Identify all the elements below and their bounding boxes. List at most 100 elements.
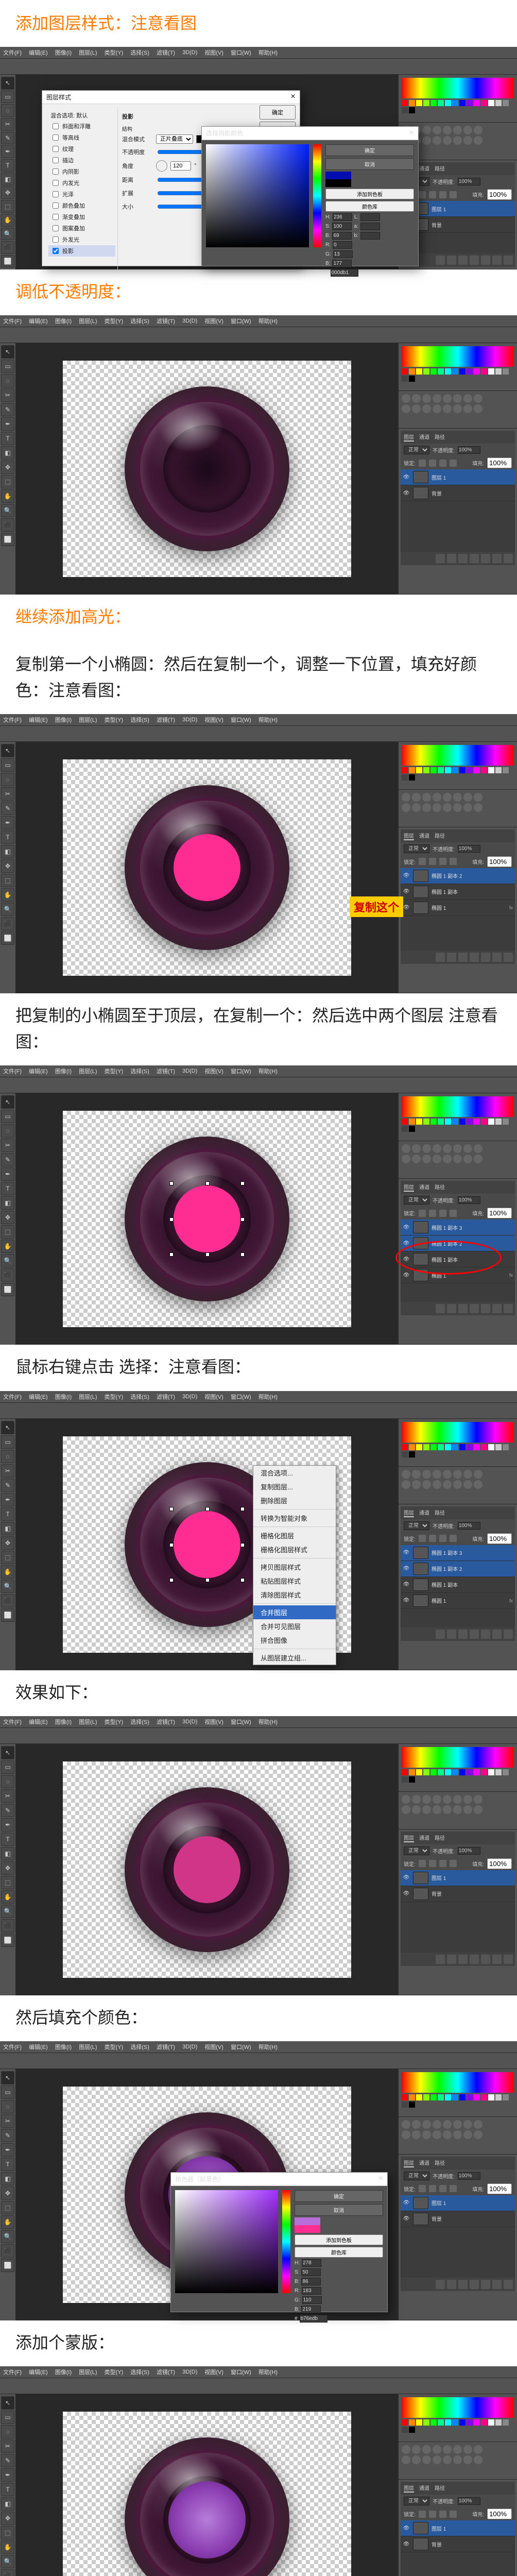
layers-tab[interactable]: 通道 — [419, 832, 429, 840]
swatch[interactable] — [488, 2419, 494, 2426]
tool-button[interactable]: ⬜ — [1, 931, 14, 945]
tool-button[interactable]: ⬛ — [1, 917, 14, 930]
menubar-item[interactable]: 窗口(W) — [231, 1067, 251, 1075]
visibility-icon[interactable]: 👁 — [403, 1597, 410, 1604]
tool-button[interactable]: ▭ — [1, 1435, 14, 1449]
ls-effect-item[interactable]: 描边 — [48, 155, 115, 166]
adjustment-icon[interactable] — [402, 793, 410, 802]
lock-icon[interactable] — [439, 1210, 446, 1217]
group-icon[interactable] — [481, 1304, 490, 1313]
swatch[interactable] — [402, 2102, 408, 2108]
group-icon[interactable] — [481, 2280, 490, 2289]
menubar-item[interactable]: 图像(I) — [55, 317, 72, 325]
layer-name[interactable]: 椭圆 1 副本 2 — [432, 1565, 462, 1572]
new-layer-icon[interactable] — [492, 256, 502, 265]
visibility-icon[interactable]: 👁 — [403, 473, 410, 481]
swatch[interactable] — [459, 1444, 466, 1450]
ls-effect-item[interactable]: 斜面和浮雕 — [48, 121, 115, 132]
menubar-item[interactable]: 图层(L) — [79, 317, 97, 325]
selection-handles[interactable] — [171, 1183, 243, 1255]
tool-button[interactable]: ◌ — [1, 1450, 14, 1463]
new-layer-icon[interactable] — [492, 953, 502, 962]
adjustment-icon[interactable] — [422, 2130, 431, 2139]
adjustment-icon[interactable] — [433, 2455, 441, 2464]
fx-icon[interactable] — [447, 1955, 456, 1964]
cp-s-field[interactable] — [332, 223, 352, 230]
ps-document[interactable] — [63, 759, 351, 976]
swatch[interactable] — [474, 767, 480, 773]
layers-tab[interactable]: 通道 — [419, 433, 429, 442]
adjustment-icon[interactable] — [422, 1480, 431, 1489]
adjustment-icon[interactable] — [422, 404, 431, 413]
adjustment-icon[interactable] — [412, 1805, 421, 1814]
swatch[interactable] — [495, 1118, 502, 1125]
ps-canvas[interactable]: 图层样式✕ 混合选项: 默认斜面和浮雕等高线纹理描边内阴影内发光光泽颜色叠加渐变… — [16, 75, 398, 269]
layer-thumbnail[interactable] — [413, 1595, 428, 1607]
tool-button[interactable]: ◌ — [1, 2425, 14, 2438]
swatch[interactable] — [495, 100, 502, 106]
visibility-icon[interactable]: 👁 — [403, 489, 410, 497]
menubar-item[interactable]: 视图(V) — [204, 1718, 223, 1726]
adjustment-icon[interactable] — [474, 2455, 482, 2464]
lock-icon[interactable] — [450, 1210, 457, 1217]
swatch[interactable] — [409, 1118, 415, 1125]
mask-icon[interactable] — [458, 554, 468, 563]
cp-hue-slider[interactable] — [282, 2190, 290, 2293]
adjustment-icon[interactable] — [443, 1155, 452, 1163]
tool-button[interactable]: ✋ — [1, 214, 14, 227]
swatch[interactable] — [445, 2419, 451, 2426]
menubar-item[interactable]: 帮助(H) — [258, 317, 278, 325]
swatch[interactable] — [402, 767, 408, 773]
adjustment-icon[interactable] — [443, 404, 452, 413]
adjustment-icon[interactable] — [433, 1155, 441, 1163]
group-icon[interactable] — [481, 554, 490, 563]
menubar-item[interactable]: 类型(Y) — [105, 716, 124, 724]
swatch[interactable] — [423, 1444, 429, 1450]
adjustment-icon[interactable] — [433, 803, 441, 812]
adjustment-icon[interactable] — [443, 1144, 452, 1153]
swatch[interactable] — [402, 1118, 408, 1125]
adjustment-icon[interactable] — [412, 1480, 421, 1489]
tool-button[interactable]: ✒ — [1, 1167, 14, 1181]
adjustment-icon[interactable] — [453, 126, 462, 134]
adjustment-icon[interactable] — [453, 1480, 462, 1489]
ls-effect-item[interactable]: 渐变叠加 — [48, 211, 115, 223]
swatch[interactable] — [402, 1451, 408, 1458]
adjustment-icon[interactable] — [402, 2120, 410, 2129]
ps-document[interactable] — [63, 361, 351, 577]
tool-button[interactable]: ▭ — [1, 360, 14, 373]
cp-colorlib-button[interactable]: 颜色库 — [325, 201, 414, 212]
visibility-icon[interactable]: 👁 — [403, 1565, 410, 1572]
menubar-item[interactable]: 3D(D) — [182, 2369, 197, 2375]
tool-button[interactable]: ✒ — [1, 2143, 14, 2157]
menubar-item[interactable]: 3D(D) — [182, 1719, 197, 1725]
ls-effect-item[interactable]: 颜色叠加 — [48, 200, 115, 211]
swatch[interactable] — [503, 1444, 509, 1450]
adjustment-icon[interactable] — [474, 1795, 482, 1804]
ls-angle-field[interactable] — [170, 161, 191, 171]
layers-tab[interactable]: 图层 — [404, 1509, 414, 1517]
adjustment-icon[interactable] — [463, 126, 472, 134]
adjustment-icon[interactable] — [463, 2455, 472, 2464]
tool-button[interactable]: 🔍 — [1, 1254, 14, 1267]
swatch[interactable] — [495, 767, 502, 773]
swatch[interactable] — [416, 1769, 422, 1775]
adjustment-icon[interactable] — [402, 1795, 410, 1804]
ps-canvas[interactable] — [16, 343, 398, 595]
group-icon[interactable] — [481, 256, 490, 265]
tool-button[interactable]: ▭ — [1, 1760, 14, 1774]
adjustment-icon[interactable] — [412, 1144, 421, 1153]
tool-button[interactable]: T — [1, 2158, 14, 2171]
layers-tab[interactable]: 通道 — [419, 1834, 429, 1842]
adjustment-icon[interactable] — [463, 404, 472, 413]
fx-icon[interactable] — [447, 953, 456, 962]
adjustment-icon[interactable] — [422, 2455, 431, 2464]
menubar-item[interactable]: 滤镜(T) — [157, 1718, 175, 1726]
layers-tab[interactable]: 图层 — [404, 433, 414, 442]
visibility-icon[interactable]: 👁 — [403, 888, 410, 895]
menubar-item[interactable]: 视图(V) — [204, 2368, 223, 2376]
tool-button[interactable]: ◌ — [1, 104, 14, 117]
ps-canvas[interactable]: 拾色器（前景色）✕ 确定 取消 添加到色板 颜色库 H: S: — [16, 2069, 398, 2320]
tool-button[interactable]: ↖ — [1, 2396, 14, 2410]
layers-tab[interactable]: 通道 — [419, 2484, 429, 2493]
